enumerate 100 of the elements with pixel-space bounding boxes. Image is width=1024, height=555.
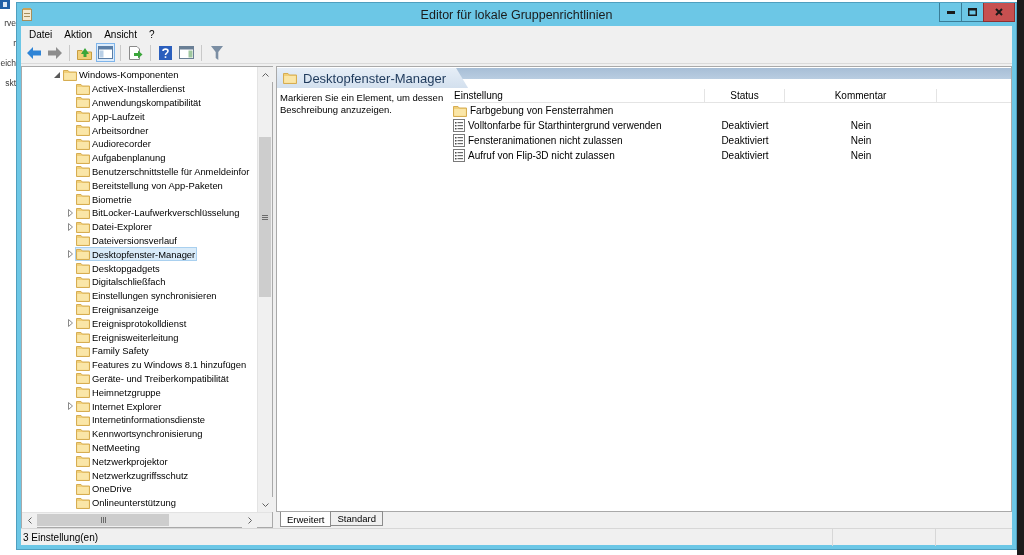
folder-icon bbox=[76, 441, 90, 454]
folder-icon bbox=[76, 234, 90, 247]
expand-arrow-icon[interactable] bbox=[67, 208, 73, 217]
tree-item[interactable]: Netzwerkzugriffsschutz bbox=[75, 468, 191, 482]
column-header[interactable]: Einstellung bbox=[451, 89, 705, 103]
expand-arrow-icon[interactable] bbox=[67, 222, 73, 231]
window-title: Editor für lokale Gruppenrichtlinien bbox=[420, 7, 613, 22]
scrollbar-thumb[interactable] bbox=[37, 514, 169, 526]
tree-item[interactable]: Ereignisprotokolldienst bbox=[75, 316, 189, 331]
tree-item[interactable]: Ereignisanzeige bbox=[75, 302, 161, 317]
tree-item[interactable]: NetMeeting bbox=[75, 440, 142, 455]
nav-label: r bbox=[13, 37, 16, 50]
tree-item[interactable]: Audiorecorder bbox=[75, 137, 153, 151]
app-icon bbox=[0, 0, 10, 9]
filter-icon bbox=[210, 45, 223, 60]
folder-icon bbox=[76, 413, 90, 426]
nav-label: skt bbox=[5, 77, 16, 90]
table-cell-text: Deaktiviert bbox=[720, 150, 770, 161]
list-document-icon bbox=[453, 134, 465, 147]
tree-item[interactable]: ActiveX-Installerdienst bbox=[75, 81, 187, 96]
table-cell: Volltonfarbe für Starthintergrund verwenden bbox=[468, 120, 662, 131]
nav-label: rve bbox=[4, 17, 16, 30]
tree-item[interactable]: Windows-Komponenten bbox=[62, 68, 181, 82]
folder-icon bbox=[453, 104, 467, 117]
folder-icon bbox=[76, 82, 90, 95]
folder-icon bbox=[76, 151, 90, 164]
folder-icon bbox=[76, 482, 90, 495]
view-tab[interactable]: Standard bbox=[330, 511, 384, 526]
tree-pane-button[interactable] bbox=[96, 43, 115, 62]
tree-item[interactable]: Onlineunterstützung bbox=[75, 495, 178, 510]
export-list-button[interactable] bbox=[126, 43, 145, 62]
maximize-icon bbox=[968, 8, 977, 16]
tree-item[interactable]: Biometrie bbox=[75, 192, 134, 206]
column-header[interactable]: Status bbox=[705, 89, 785, 103]
tree-item[interactable]: Benutzerschnittstelle für Anmeldeinfor bbox=[75, 164, 252, 179]
folder-icon bbox=[76, 317, 90, 330]
tree-item[interactable]: Bereitstellung von App-Paketen bbox=[75, 178, 225, 193]
tree-item[interactable]: OneDrive bbox=[75, 481, 134, 496]
vertical-scrollbar[interactable] bbox=[257, 67, 272, 512]
expand-arrow-icon[interactable] bbox=[67, 250, 73, 259]
menu-item[interactable]: Ansicht bbox=[98, 26, 143, 42]
table-cell-text: Deaktiviert bbox=[720, 120, 770, 131]
tree-item[interactable]: Dateiversionsverlauf bbox=[75, 233, 179, 248]
caret-down-icon bbox=[262, 502, 269, 507]
help-button[interactable] bbox=[156, 43, 175, 62]
tree-item[interactable]: Kennwortsynchronisierung bbox=[75, 426, 205, 441]
table-cell: Fensteranimationen nicht zulassen bbox=[468, 135, 623, 146]
grip-icon bbox=[100, 517, 106, 523]
folder-icon bbox=[76, 248, 90, 261]
folder-icon bbox=[76, 331, 90, 344]
menu-item[interactable]: Aktion bbox=[58, 26, 99, 42]
minimize-button[interactable] bbox=[939, 3, 962, 22]
caret-right-icon bbox=[247, 517, 252, 524]
table-cell-text: Nein bbox=[849, 120, 873, 131]
tree-item[interactable]: Geräte- und Treiberkompatibilität bbox=[75, 371, 231, 386]
expand-arrow-icon[interactable] bbox=[67, 402, 73, 410]
list-document-icon bbox=[453, 149, 465, 162]
collapse-arrow-icon[interactable] bbox=[54, 71, 60, 78]
folder-icon bbox=[76, 469, 90, 481]
folder-icon bbox=[63, 68, 77, 81]
tree-item[interactable]: Internet Explorer bbox=[75, 399, 164, 413]
scrollbar-thumb[interactable] bbox=[259, 137, 271, 297]
folder-icon bbox=[76, 496, 90, 509]
folder-icon bbox=[76, 110, 90, 123]
horizontal-scrollbar[interactable] bbox=[22, 513, 257, 527]
tree-item[interactable]: Anwendungskompatibilität bbox=[75, 95, 203, 110]
table-cell-text: Nein bbox=[849, 150, 873, 161]
tree-item[interactable]: Features zu Windows 8.1 hinzufügen bbox=[75, 357, 249, 372]
caret-up-icon bbox=[262, 72, 269, 77]
tree-item[interactable]: Arbeitsordner bbox=[75, 123, 151, 137]
tree-item[interactable]: Einstellungen synchronisieren bbox=[75, 288, 219, 303]
menu-item[interactable]: Datei bbox=[23, 26, 59, 42]
folder-icon bbox=[76, 386, 90, 399]
folder-icon bbox=[76, 289, 90, 302]
folder-icon bbox=[283, 72, 297, 84]
folder-icon bbox=[76, 179, 90, 192]
tree-item[interactable]: Heimnetzgruppe bbox=[75, 385, 163, 400]
tree-item[interactable]: Datei-Explorer bbox=[75, 219, 154, 234]
close-button[interactable] bbox=[983, 3, 1015, 22]
menu-item[interactable]: ? bbox=[142, 26, 161, 42]
panel-window-icon bbox=[179, 46, 194, 59]
tree-item[interactable]: Desktopfenster-Manager bbox=[75, 247, 198, 262]
tree-item[interactable]: Desktopgadgets bbox=[75, 261, 162, 275]
tree-item[interactable]: Ereignisweiterleitung bbox=[75, 330, 181, 344]
tree-item[interactable]: Aufgabenplanung bbox=[75, 150, 168, 165]
tree-item[interactable]: Internetinformationsdienste bbox=[75, 412, 208, 427]
folder-icon bbox=[76, 303, 90, 316]
folder-icon bbox=[76, 372, 90, 385]
tree-item[interactable]: BitLocker-Laufwerkverschlüsselung bbox=[75, 205, 242, 220]
action-pane-button[interactable] bbox=[177, 43, 196, 62]
tree-item[interactable]: Digitalschließfach bbox=[75, 274, 168, 289]
view-tab[interactable]: Erweitert bbox=[280, 512, 332, 527]
list-document-icon bbox=[453, 119, 465, 132]
tree-item[interactable]: Netzwerkprojektor bbox=[75, 454, 170, 469]
tree-item[interactable]: App-Laufzeit bbox=[75, 109, 147, 124]
tree-item[interactable]: Family Safety bbox=[75, 343, 151, 358]
panel-title: Desktopfenster-Manager bbox=[303, 70, 447, 86]
expand-arrow-icon[interactable] bbox=[67, 319, 73, 328]
column-header[interactable]: Kommentar bbox=[785, 89, 937, 103]
folder-icon bbox=[76, 275, 90, 288]
